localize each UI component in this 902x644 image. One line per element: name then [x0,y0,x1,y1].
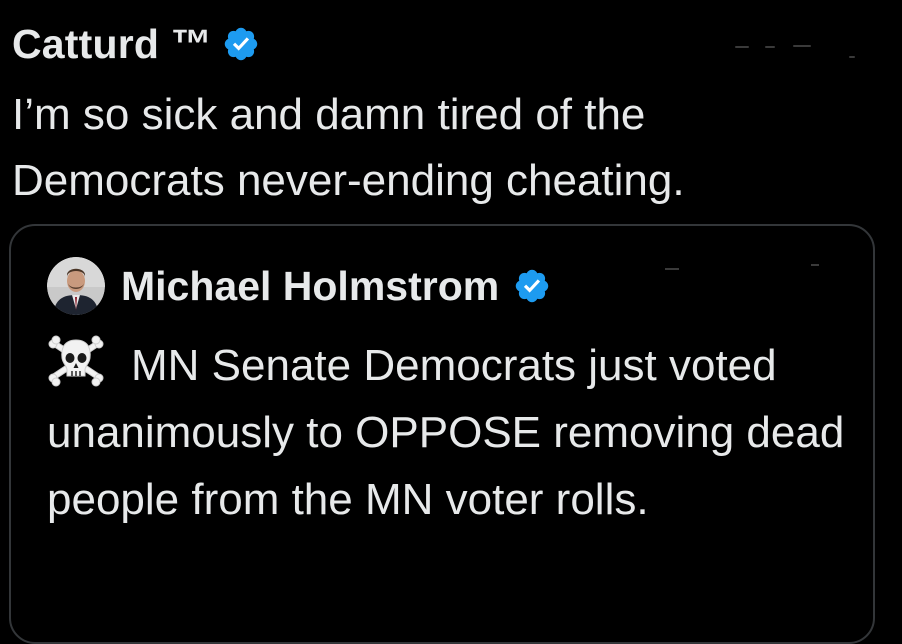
quote-faint-meta-marks [665,264,845,286]
faint-meta-marks [735,40,865,64]
avatar-photo-icon[interactable] [47,257,105,315]
verified-badge-icon[interactable] [222,25,260,63]
quoted-tweet-card[interactable]: Michael Holmstrom MN Senate Democrats ju… [9,224,875,644]
quote-text: MN Senate Democrats just voted unanimous… [47,341,845,524]
quote-author-row: Michael Holmstrom [47,256,551,316]
tweet-text: I’m so sick and damn tired of the Democr… [12,90,685,205]
quote-author-name[interactable]: Michael Holmstrom [121,263,499,310]
verified-badge-icon[interactable] [513,267,551,305]
tweet-author-row: Catturd ™ [12,16,260,72]
skull-and-crossbones-icon [47,334,105,388]
author-name[interactable]: Catturd ™ [12,21,212,68]
tweet[interactable]: Catturd ™ I’m so sick and damn tired of … [0,0,902,644]
quote-text-block: MN Senate Democrats just voted unanimous… [47,332,867,533]
